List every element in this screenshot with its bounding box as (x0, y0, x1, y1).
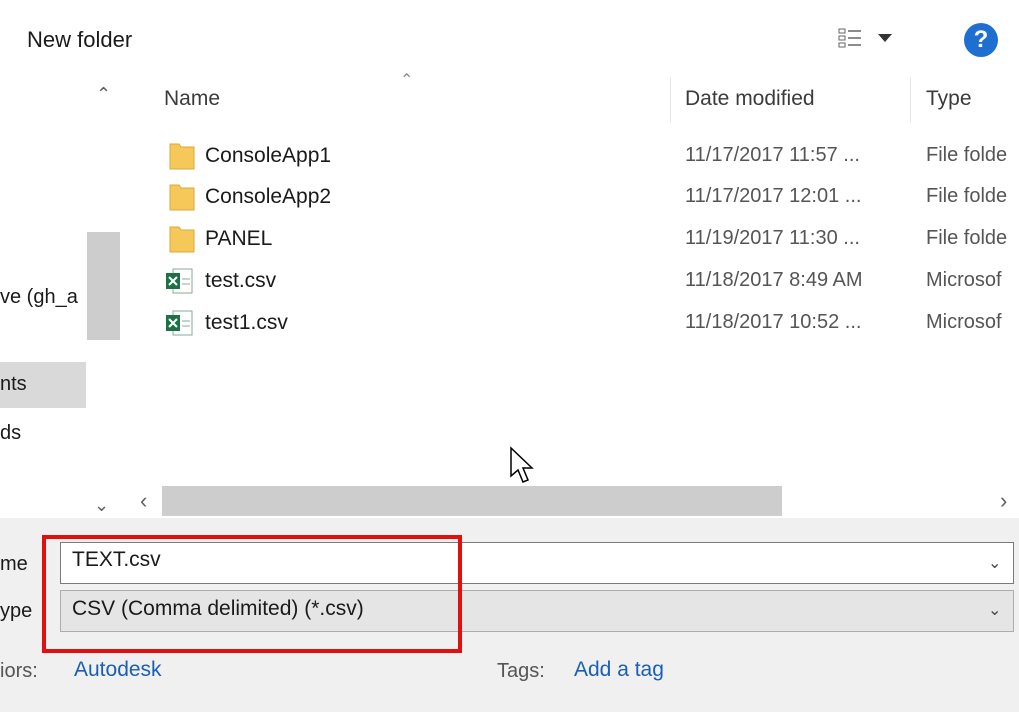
tags-label: Tags: (497, 660, 545, 682)
nav-item-drive[interactable]: ve (gh_a (0, 286, 78, 309)
column-header-type[interactable]: Type (926, 84, 972, 114)
filetype-label: ype (0, 600, 33, 622)
new-folder-button[interactable]: New folder (27, 24, 132, 56)
file-date: 11/18/2017 10:52 ... (685, 311, 862, 333)
nav-item-documents[interactable]: nts (0, 373, 27, 396)
column-divider[interactable] (670, 78, 671, 122)
nav-item-downloads[interactable]: ds (0, 422, 21, 445)
file-name: PANEL (205, 227, 273, 250)
scroll-down-icon[interactable]: ⌄ (94, 495, 109, 516)
excel-file-icon (166, 310, 193, 336)
file-date: 11/17/2017 11:57 ... (685, 144, 860, 166)
horizontal-scrollbar-thumb[interactable] (162, 486, 782, 516)
file-type: File folde (926, 227, 1008, 249)
file-row[interactable]: test.csv 11/18/2017 8:49 AM Microsof (160, 262, 1019, 302)
file-row[interactable]: PANEL 11/19/2017 11:30 ... File folde (160, 220, 1019, 260)
column-divider[interactable] (910, 78, 911, 122)
help-icon[interactable]: ? (964, 23, 998, 57)
column-header-name[interactable]: Name (164, 84, 220, 114)
chevron-down-icon[interactable]: ⌄ (988, 600, 1001, 620)
filename-label: me (0, 553, 28, 575)
file-date: 11/18/2017 8:49 AM (685, 269, 863, 291)
file-row[interactable]: ConsoleApp2 11/17/2017 12:01 ... File fo… (160, 178, 1019, 218)
file-date: 11/19/2017 11:30 ... (685, 227, 860, 249)
toolbar (0, 0, 1019, 80)
scroll-left-icon[interactable]: ‹ (140, 488, 147, 514)
authors-label: iors: (0, 660, 38, 682)
file-type: File folde (926, 144, 1008, 166)
mouse-cursor-icon (510, 446, 534, 483)
file-name: test1.csv (205, 311, 288, 334)
folder-icon (169, 184, 195, 211)
highlight-annotation-box (42, 535, 462, 653)
view-dropdown-caret-icon[interactable] (878, 34, 892, 42)
excel-file-icon (166, 268, 193, 294)
column-header-date-modified[interactable]: Date modified (685, 84, 815, 114)
sort-ascending-icon: ⌃ (400, 72, 414, 89)
scroll-right-icon[interactable]: › (1000, 488, 1007, 514)
nav-scrollbar-thumb[interactable] (87, 232, 120, 340)
folder-icon (169, 143, 195, 170)
folder-icon (169, 226, 195, 253)
view-options-icon[interactable] (838, 28, 862, 48)
file-row[interactable]: test1.csv 11/18/2017 10:52 ... Microsof (160, 304, 1019, 344)
file-row[interactable]: ConsoleApp1 11/17/2017 11:57 ... File fo… (160, 137, 1019, 177)
chevron-down-icon[interactable]: ⌄ (988, 553, 1001, 573)
add-tag-link[interactable]: Add a tag (574, 658, 664, 682)
file-name: ConsoleApp2 (205, 185, 332, 208)
file-type: Microsof (926, 311, 1002, 333)
file-date: 11/17/2017 12:01 ... (685, 185, 862, 207)
file-name: test.csv (205, 269, 277, 292)
file-type: Microsof (926, 269, 1002, 291)
scroll-up-icon[interactable]: ⌃ (96, 84, 111, 105)
authors-link[interactable]: Autodesk (74, 658, 162, 682)
file-type: File folde (926, 185, 1008, 207)
file-name: ConsoleApp1 (205, 144, 332, 167)
